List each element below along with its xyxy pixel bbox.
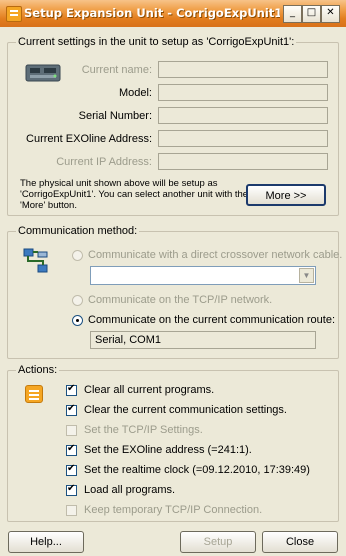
current-route-label: Communicate on the current communication… <box>88 314 336 326</box>
actions-legend: Actions: <box>16 364 60 376</box>
current-settings-group: Current settings in the unit to setup as… <box>7 36 339 216</box>
clear-comm-settings-checkbox[interactable] <box>66 403 77 416</box>
set-clock-checkbox[interactable] <box>66 463 77 476</box>
clear-programs-checkbox[interactable] <box>66 383 77 396</box>
close-window-button[interactable]: ✕ <box>321 5 340 23</box>
clear-programs-label: Clear all current programs. <box>84 384 215 396</box>
keep-tcpip-label: Keep temporary TCP/IP Connection. <box>84 504 263 516</box>
info-line: 'CorrigoExpUnit1'. You can select anothe… <box>20 189 249 200</box>
dropdown-arrow-icon[interactable]: ▼ <box>299 268 314 283</box>
communication-method-group: Communication method: Communicate with a… <box>7 225 343 359</box>
direct-cable-select[interactable]: ▼ <box>90 266 316 285</box>
set-clock-label: Set the realtime clock (=09.12.2010, 17:… <box>84 464 310 476</box>
direct-cable-radio[interactable] <box>72 250 83 261</box>
actions-group: Actions: Clear all current programs. Cle… <box>7 364 339 522</box>
minimize-button[interactable]: _ <box>283 5 302 23</box>
network-icon <box>23 248 49 274</box>
exoline-address-field <box>158 130 328 147</box>
set-tcpip-label: Set the TCP/IP Settings. <box>84 424 203 436</box>
help-button[interactable]: Help... <box>8 531 84 553</box>
ip-address-field <box>158 153 328 170</box>
window-title: Setup Expansion Unit - CorrigoExpUnit1, … <box>24 6 280 20</box>
keep-tcpip-checkbox[interactable] <box>66 505 77 516</box>
serial-number-label: Serial Number: <box>78 110 152 122</box>
current-route-field: Serial, COM1 <box>90 331 316 349</box>
setup-button[interactable]: Setup <box>180 531 256 553</box>
exoline-address-label: Current EXOline Address: <box>26 133 152 145</box>
direct-cable-label: Communicate with a direct crossover netw… <box>88 249 343 261</box>
clear-comm-settings-label: Clear the current communication settings… <box>84 404 287 416</box>
set-exoline-label: Set the EXOline address (=241:1). <box>84 444 252 456</box>
app-icon <box>6 6 22 22</box>
current-settings-legend: Current settings in the unit to setup as… <box>16 36 297 48</box>
load-programs-checkbox[interactable] <box>66 483 77 496</box>
ip-address-label: Current IP Address: <box>56 156 152 168</box>
model-label: Model: <box>118 87 152 99</box>
info-text: The physical unit shown above will be se… <box>20 178 250 211</box>
maximize-button[interactable]: □ <box>302 5 321 23</box>
set-tcpip-checkbox[interactable] <box>66 425 77 436</box>
current-name-label: Current name: <box>81 64 152 76</box>
actions-list-icon <box>25 385 43 403</box>
current-name-field <box>158 61 328 78</box>
current-route-radio[interactable] <box>72 315 83 326</box>
close-button[interactable]: Close <box>262 531 338 553</box>
model-field <box>158 84 328 101</box>
title-bar[interactable]: Setup Expansion Unit - CorrigoExpUnit1, … <box>0 0 346 27</box>
tcpip-radio[interactable] <box>72 295 83 306</box>
setup-expansion-unit-dialog: Setup Expansion Unit - CorrigoExpUnit1, … <box>0 0 346 556</box>
serial-number-field <box>158 107 328 124</box>
load-programs-label: Load all programs. <box>84 484 176 496</box>
communication-method-legend: Communication method: <box>16 225 140 237</box>
info-line: 'More' button. <box>20 200 77 211</box>
info-line: The physical unit shown above will be se… <box>20 178 218 189</box>
tcpip-label: Communicate on the TCP/IP network. <box>88 294 273 306</box>
more-button[interactable]: More >> <box>246 184 326 206</box>
set-exoline-checkbox[interactable] <box>66 443 77 456</box>
